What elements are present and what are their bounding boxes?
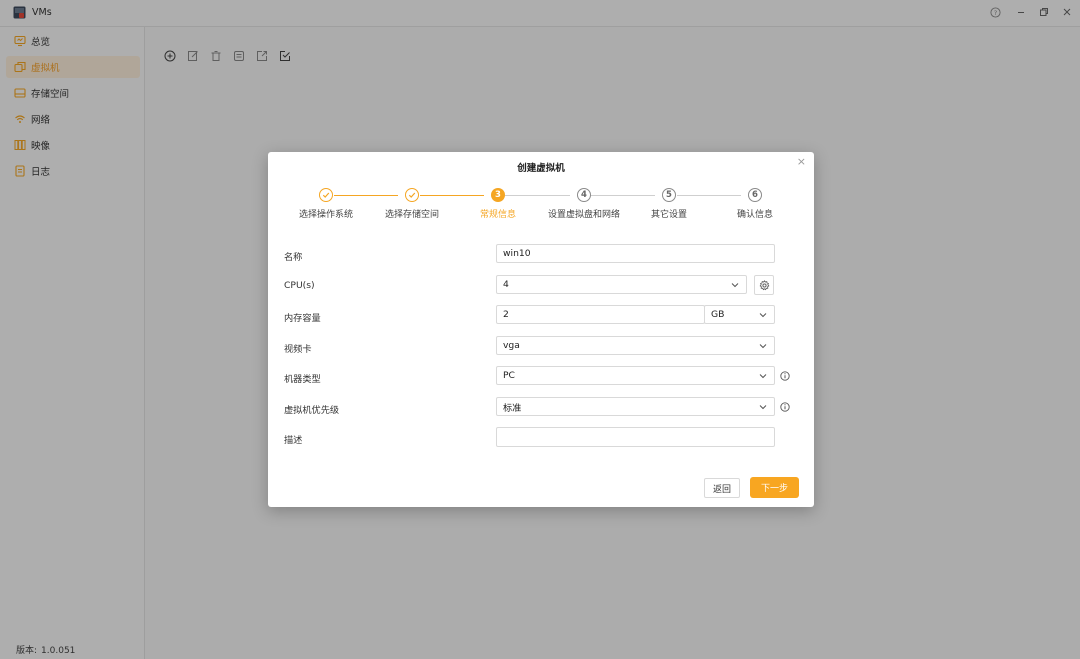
video-card-value: vga xyxy=(503,340,520,351)
name-input[interactable]: win10 xyxy=(496,244,775,263)
memory-unit: GB xyxy=(711,309,725,320)
info-icon[interactable] xyxy=(780,371,790,381)
dialog-title: 创建虚拟机 xyxy=(517,163,565,174)
step-5-indicator: 5 xyxy=(662,188,676,202)
step-connector xyxy=(591,195,655,196)
step-6-indicator: 6 xyxy=(748,188,762,202)
app-window: VMs ? 总览 虚拟机 存储空间 网络 映像 日志 版本: 1.0.051 创… xyxy=(0,0,1080,659)
step-connector xyxy=(677,195,741,196)
description-label: 描述 xyxy=(284,435,303,446)
chevron-down-icon xyxy=(759,374,767,379)
chevron-down-icon xyxy=(759,405,767,410)
name-value: win10 xyxy=(503,248,531,259)
step-connector xyxy=(334,195,398,196)
video-card-select[interactable]: vga xyxy=(496,336,775,355)
priority-label: 虚拟机优先级 xyxy=(284,405,340,416)
next-button[interactable]: 下一步 xyxy=(750,477,799,498)
name-label: 名称 xyxy=(284,252,303,263)
priority-value: 标准 xyxy=(503,402,522,414)
video-card-label: 视频卡 xyxy=(284,344,312,355)
step-connector xyxy=(420,195,484,196)
step-connector xyxy=(505,195,570,196)
cpu-value: 4 xyxy=(503,279,509,290)
gear-icon xyxy=(759,279,769,290)
machine-type-select[interactable]: PC xyxy=(496,366,775,385)
memory-input[interactable]: 2 xyxy=(496,305,705,324)
chevron-down-icon xyxy=(731,283,739,288)
description-input[interactable] xyxy=(496,427,775,447)
machine-type-label: 机器类型 xyxy=(284,374,321,385)
machine-type-value: PC xyxy=(503,370,515,381)
memory-value: 2 xyxy=(503,309,509,320)
step-1-check-icon xyxy=(319,188,333,202)
step-4-indicator: 4 xyxy=(577,188,591,202)
cpu-label: CPU(s) xyxy=(284,280,315,291)
chevron-down-icon xyxy=(759,344,767,349)
back-button[interactable]: 返回 xyxy=(704,478,740,498)
priority-select[interactable]: 标准 xyxy=(496,397,775,416)
cpu-settings-button[interactable] xyxy=(754,275,774,295)
step-3-indicator: 3 xyxy=(491,188,505,202)
chevron-down-icon xyxy=(759,313,767,318)
memory-label: 内存容量 xyxy=(284,313,321,324)
dialog-close-icon[interactable]: × xyxy=(797,155,806,168)
info-icon[interactable] xyxy=(780,402,790,412)
memory-unit-select[interactable]: GB xyxy=(704,305,775,324)
step-2-check-icon xyxy=(405,188,419,202)
cpu-select[interactable]: 4 xyxy=(496,275,747,294)
create-vm-dialog: 创建虚拟机 × 选择操作系统 选择存储空间 3 常规信息 4 设置虚拟盘和网络 … xyxy=(268,152,814,507)
step-label: 确认信息 xyxy=(736,210,773,220)
